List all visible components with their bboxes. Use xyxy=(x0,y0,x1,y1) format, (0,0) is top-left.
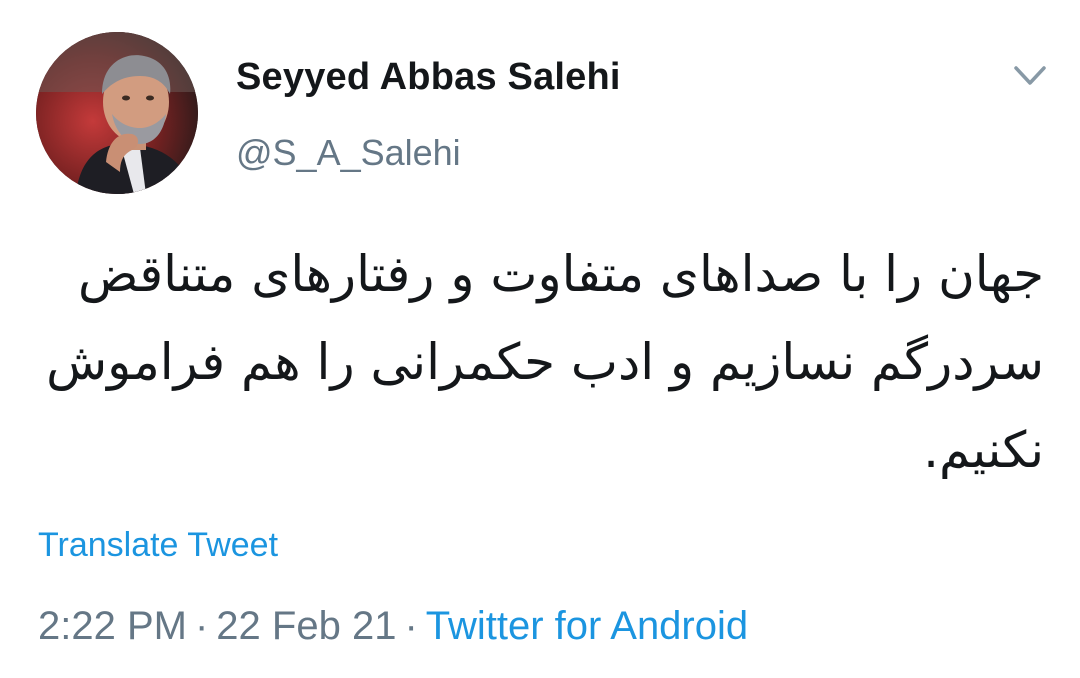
avatar-photo xyxy=(36,32,198,194)
separator: · xyxy=(404,604,418,648)
author-handle[interactable]: @S_A_Salehi xyxy=(236,132,461,174)
tweet-date[interactable]: 22 Feb 21 xyxy=(216,604,396,648)
separator: · xyxy=(194,604,209,648)
translate-tweet-link[interactable]: Translate Tweet xyxy=(38,526,278,565)
tweet-metadata: 2:22 PM · 22 Feb 21 · Twitter for Android xyxy=(38,604,748,649)
tweet-time[interactable]: 2:22 PM xyxy=(38,604,187,648)
chevron-down-icon[interactable] xyxy=(1008,56,1052,96)
avatar[interactable] xyxy=(36,32,198,194)
tweet-text: جهان را با صداهای متفاوت و رفتارهای متنا… xyxy=(46,245,1044,479)
author-display-name[interactable]: Seyyed Abbas Salehi xyxy=(236,56,621,99)
tweet-source-link[interactable]: Twitter for Android xyxy=(426,604,748,648)
